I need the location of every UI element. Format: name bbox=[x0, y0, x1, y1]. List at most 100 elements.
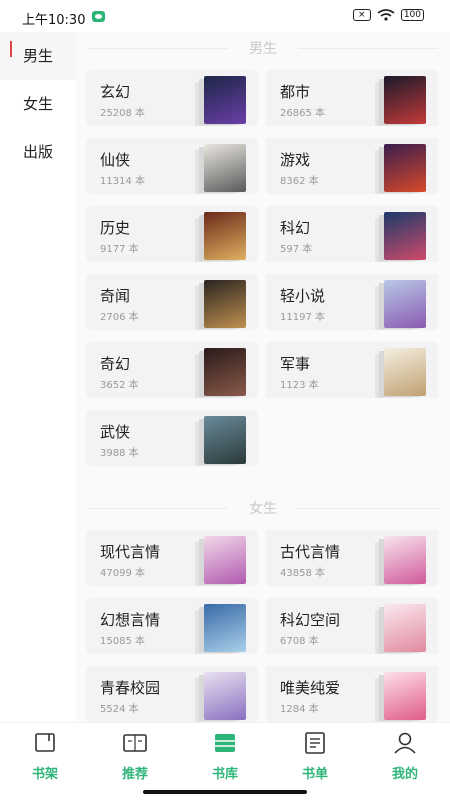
category-name: 幻想言情 bbox=[100, 611, 161, 629]
category-book-count: 6708 本 bbox=[280, 636, 319, 647]
book-cover-image bbox=[384, 280, 426, 328]
divider bbox=[298, 508, 438, 509]
category-card[interactable]: 历史 9177 本 bbox=[86, 206, 258, 262]
category-card[interactable]: 都市 26865 本 bbox=[266, 70, 438, 126]
book-cover-image bbox=[384, 348, 426, 396]
category-card[interactable]: 奇幻 3652 本 bbox=[86, 342, 258, 398]
book-cover-image bbox=[384, 76, 426, 124]
category-content[interactable]: 男生 玄幻 25208 本 都市 26865 本仙侠 11314 本 游戏 8362 本历史… bbox=[76, 32, 450, 722]
category-grid-female: 现代言情 47099 本 古代言情 43858 本幻想言情 15085 本 科幻空间 670… bbox=[76, 522, 450, 722]
nav-tab-library[interactable]: 书库 bbox=[190, 731, 260, 782]
category-card[interactable]: 游戏 8362 本 bbox=[266, 138, 438, 194]
sidebar-item-publish[interactable]: 出版 bbox=[0, 128, 76, 176]
book-cover-image bbox=[384, 604, 426, 652]
category-book-count: 1123 本 bbox=[280, 380, 319, 391]
book-cover-image bbox=[204, 280, 246, 328]
section-header-female: 女生 bbox=[76, 494, 450, 522]
book-cover-image bbox=[204, 536, 246, 584]
nav-tab-recommend[interactable]: 推荐 bbox=[100, 731, 170, 782]
category-book-count: 1284 本 bbox=[280, 704, 319, 715]
category-book-count: 43858 本 bbox=[280, 568, 325, 579]
category-book-count: 25208 本 bbox=[100, 108, 145, 119]
category-card[interactable]: 现代言情 47099 本 bbox=[86, 530, 258, 586]
category-name: 仙侠 bbox=[100, 151, 131, 169]
category-name: 青春校园 bbox=[100, 679, 161, 697]
category-card[interactable]: 青春校园 5524 本 bbox=[86, 666, 258, 722]
nav-tab-bookshelf[interactable]: 书架 bbox=[10, 731, 80, 782]
category-name: 历史 bbox=[100, 219, 131, 237]
category-card[interactable]: 幻想言情 15085 本 bbox=[86, 598, 258, 654]
status-icons: × 100 bbox=[352, 9, 424, 21]
bookshelf-icon bbox=[32, 731, 58, 755]
book-cover-image bbox=[384, 536, 426, 584]
category-book-count: 11197 本 bbox=[280, 312, 325, 323]
category-name: 科幻空间 bbox=[280, 611, 341, 629]
category-book-count: 597 本 bbox=[280, 244, 313, 255]
category-card[interactable]: 轻小说 11197 本 bbox=[266, 274, 438, 330]
category-book-count: 26865 本 bbox=[280, 108, 325, 119]
category-card[interactable]: 军事 1123 本 bbox=[266, 342, 438, 398]
book-cover-image bbox=[384, 144, 426, 192]
category-name: 唯美纯爱 bbox=[280, 679, 341, 697]
status-time: 上午10:30 bbox=[22, 13, 86, 28]
category-name: 都市 bbox=[280, 83, 311, 101]
wifi-icon bbox=[377, 9, 395, 21]
category-card[interactable]: 奇闻 2706 本 bbox=[86, 274, 258, 330]
sidebar-item-female[interactable]: 女生 bbox=[0, 80, 76, 128]
category-name: 科幻 bbox=[280, 219, 311, 237]
library-icon bbox=[212, 731, 238, 755]
nav-tab-booklist[interactable]: 书单 bbox=[280, 731, 350, 782]
category-name: 游戏 bbox=[280, 151, 311, 169]
sidebar-item-male[interactable]: 男生 bbox=[0, 32, 76, 80]
category-card[interactable]: 仙侠 11314 本 bbox=[86, 138, 258, 194]
category-card[interactable]: 唯美纯爱 1284 本 bbox=[266, 666, 438, 722]
book-cover-image bbox=[384, 672, 426, 720]
category-book-count: 5524 本 bbox=[100, 704, 139, 715]
section-header-male: 男生 bbox=[76, 34, 450, 62]
category-card[interactable]: 玄幻 25208 本 bbox=[86, 70, 258, 126]
category-book-count: 47099 本 bbox=[100, 568, 145, 579]
category-book-count: 3988 本 bbox=[100, 448, 139, 459]
sim-off-icon: × bbox=[352, 9, 371, 21]
book-cover-image bbox=[204, 144, 246, 192]
category-name: 奇闻 bbox=[100, 287, 131, 305]
category-book-count: 15085 本 bbox=[100, 636, 145, 647]
category-name: 现代言情 bbox=[100, 543, 161, 561]
nav-label: 书单 bbox=[301, 767, 328, 782]
sidebar-item-label: 男生 bbox=[22, 47, 53, 65]
nav-label: 推荐 bbox=[121, 767, 148, 782]
category-card[interactable]: 古代言情 43858 本 bbox=[266, 530, 438, 586]
sidebar-item-label: 女生 bbox=[22, 95, 53, 113]
category-book-count: 3652 本 bbox=[100, 380, 139, 391]
book-cover-image bbox=[204, 416, 246, 464]
category-book-count: 8362 本 bbox=[280, 176, 319, 187]
category-book-count: 9177 本 bbox=[100, 244, 139, 255]
nav-tab-profile[interactable]: 我的 bbox=[370, 731, 440, 782]
book-cover-image bbox=[204, 76, 246, 124]
category-card[interactable]: 科幻 597 本 bbox=[266, 206, 438, 262]
nav-label: 书架 bbox=[31, 767, 58, 782]
category-name: 军事 bbox=[280, 355, 311, 373]
nav-label: 书库 bbox=[211, 767, 238, 782]
category-card[interactable]: 武侠 3988 本 bbox=[86, 410, 258, 466]
book-cover-image bbox=[384, 212, 426, 260]
book-cover-image bbox=[204, 604, 246, 652]
book-cover-image bbox=[204, 348, 246, 396]
category-name: 奇幻 bbox=[100, 355, 131, 373]
book-cover-image bbox=[204, 672, 246, 720]
nav-label: 我的 bbox=[391, 767, 418, 782]
category-name: 玄幻 bbox=[100, 83, 131, 101]
profile-icon bbox=[392, 731, 418, 755]
category-card[interactable]: 科幻空间 6708 本 bbox=[266, 598, 438, 654]
divider bbox=[298, 48, 438, 49]
battery-icon: 100 bbox=[400, 9, 424, 21]
sidebar-item-label: 出版 bbox=[22, 143, 53, 161]
category-name: 轻小说 bbox=[280, 287, 326, 305]
booklist-icon bbox=[302, 731, 328, 755]
category-book-count: 2706 本 bbox=[100, 312, 139, 323]
book-cover-image bbox=[204, 212, 246, 260]
category-sidebar: 男生 女生 出版 bbox=[0, 32, 77, 722]
category-book-count: 11314 本 bbox=[100, 176, 145, 187]
home-indicator[interactable] bbox=[143, 790, 307, 794]
category-name: 古代言情 bbox=[280, 543, 341, 561]
